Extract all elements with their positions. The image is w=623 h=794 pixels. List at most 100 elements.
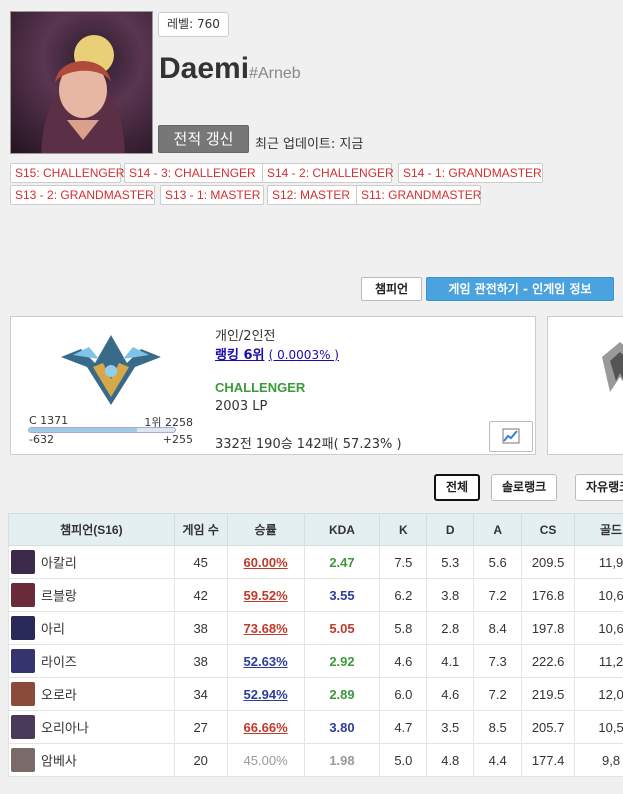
header-kda[interactable]: KDA <box>303 513 381 546</box>
header-assists[interactable]: A <box>473 513 523 546</box>
champion-cell[interactable]: 라이즈 <box>8 644 175 678</box>
champion-name[interactable]: 암베사 <box>41 754 77 769</box>
gold-cell: 11,9 <box>574 545 623 579</box>
games-cell: 27 <box>173 710 228 744</box>
ranking-link[interactable]: 랭킹 6위 ( 0.0003% ) <box>215 344 339 363</box>
champion-name[interactable]: 르블랑 <box>41 589 77 604</box>
champion-cell[interactable]: 아칼리 <box>8 545 175 579</box>
table-body: 아칼리 45 60.00% 2.47 7.5 5.3 5.6 209.5 11,9 르블랑 42 59… <box>8 545 623 777</box>
summoner-tag: #Arneb <box>249 65 301 82</box>
deaths-cell: 4.6 <box>426 677 475 711</box>
season-badge: S11: GRANDMASTER <box>356 185 481 205</box>
table-row[interactable]: 암베사 20 45.00% 1.98 5.0 4.8 4.4 177.4 9,8 <box>8 743 623 777</box>
header-kills[interactable]: K <box>379 513 428 546</box>
tab-champion[interactable]: 챔피언 <box>361 277 422 301</box>
kills-cell: 5.0 <box>379 743 428 777</box>
table-row[interactable]: 아리 38 73.68% 5.05 5.8 2.8 8.4 197.8 10,6 <box>8 611 623 645</box>
season-badge: S13 - 2: GRANDMASTER <box>10 185 155 205</box>
champion-portrait-icon <box>11 616 35 640</box>
kda-value: 1.98 <box>329 752 355 768</box>
games-cell: 20 <box>173 743 228 777</box>
rank-card: 개인/2인전 랭킹 6위 ( 0.0003% ) CHALLENGER 2003… <box>10 316 536 455</box>
tab-spectate-ingame[interactable]: 게임 관전하기 - 인게임 정보 <box>426 277 614 301</box>
header-cs[interactable]: CS <box>521 513 576 546</box>
level-badge: 레벨: 760 <box>158 12 229 37</box>
champion-cell[interactable]: 암베사 <box>8 743 175 777</box>
header-deaths[interactable]: D <box>426 513 475 546</box>
ranking-text[interactable]: 랭킹 6위 <box>215 348 264 363</box>
champion-name[interactable]: 오리아나 <box>41 721 89 736</box>
filter-all-button[interactable]: 전체 <box>434 474 481 501</box>
kda-value: 5.05 <box>329 620 355 636</box>
gold-cell: 10,6 <box>574 611 623 645</box>
header-games[interactable]: 게임 수 <box>173 513 228 546</box>
champion-portrait-icon <box>11 682 35 706</box>
lp-bar-min-diff: -632 <box>29 433 54 446</box>
kills-cell: 4.6 <box>379 644 428 678</box>
refresh-button[interactable]: 전적 갱신 <box>158 125 249 153</box>
assists-cell: 5.6 <box>473 545 523 579</box>
winrate-value: 52.63% <box>243 653 288 669</box>
champion-name[interactable]: 라이즈 <box>41 655 77 670</box>
kda-cell: 1.98 <box>303 743 381 777</box>
champion-name[interactable]: 아리 <box>41 622 65 637</box>
assists-cell: 8.4 <box>473 611 523 645</box>
kills-cell: 5.8 <box>379 611 428 645</box>
table-row[interactable]: 아칼리 45 60.00% 2.47 7.5 5.3 5.6 209.5 11,9 <box>8 545 623 579</box>
kills-cell: 6.0 <box>379 677 428 711</box>
table-row[interactable]: 오로라 34 52.94% 2.89 6.0 4.6 7.2 219.5 12,0 <box>8 677 623 711</box>
assists-cell: 7.3 <box>473 644 523 678</box>
filter-flex-ranked-button[interactable]: 자유랭크 <box>575 474 623 501</box>
winrate-value: 45.00% <box>243 752 288 768</box>
kda-value: 2.92 <box>329 653 355 669</box>
lp-graph-button[interactable] <box>489 421 533 452</box>
summoner-name-text: Daemi <box>159 52 250 85</box>
champion-cell[interactable]: 오리아나 <box>8 710 175 744</box>
champion-name[interactable]: 아칼리 <box>41 556 77 571</box>
champion-cell[interactable]: 르블랑 <box>8 578 175 612</box>
champion-cell[interactable]: 오로라 <box>8 677 175 711</box>
winrate-cell: 66.66% <box>226 710 305 744</box>
gold-cell: 12,0 <box>574 677 623 711</box>
table-row[interactable]: 르블랑 42 59.52% 3.55 6.2 3.8 7.2 176.8 10,6 <box>8 578 623 612</box>
season-badge: S14 - 3: CHALLENGER <box>124 163 268 183</box>
header-winrate[interactable]: 승률 <box>226 513 305 546</box>
cs-cell: 177.4 <box>521 743 576 777</box>
winrate-cell: 59.52% <box>226 578 305 612</box>
lp-bar-min-label: C 1371 <box>29 414 69 427</box>
games-cell: 42 <box>173 578 228 612</box>
table-header-row: 챔피언(S16) 게임 수 승률 KDA K D A CS 골드 <box>8 513 623 546</box>
challenger-emblem-icon <box>61 335 161 405</box>
tier-emblem-icon <box>602 342 623 392</box>
gold-cell: 9,8 <box>574 743 623 777</box>
champion-name[interactable]: 오로라 <box>41 688 77 703</box>
season-badge: S14 - 2: CHALLENGER <box>262 163 394 183</box>
cs-cell: 205.7 <box>521 710 576 744</box>
winrate-cell: 45.00% <box>226 743 305 777</box>
cs-cell: 209.5 <box>521 545 576 579</box>
winrate-value: 73.68% <box>243 620 288 636</box>
avatar-art <box>41 35 125 153</box>
secondary-rank-card <box>547 316 623 455</box>
kda-value: 3.80 <box>329 719 355 735</box>
season-badge: S13 - 1: MASTER <box>160 185 264 205</box>
deaths-cell: 3.5 <box>426 710 475 744</box>
deaths-cell: 2.8 <box>426 611 475 645</box>
champion-portrait-icon <box>11 715 35 739</box>
filter-solo-ranked-button[interactable]: 솔로랭크 <box>491 474 558 501</box>
winrate-cell: 52.63% <box>226 644 305 678</box>
assists-cell: 8.5 <box>473 710 523 744</box>
deaths-cell: 4.1 <box>426 644 475 678</box>
kills-cell: 6.2 <box>379 578 428 612</box>
header-gold[interactable]: 골드 <box>574 513 623 546</box>
ranking-percent[interactable]: ( 0.0003% ) <box>269 348 339 362</box>
table-row[interactable]: 오리아나 27 66.66% 3.80 4.7 3.5 8.5 205.7 10,5 <box>8 710 623 744</box>
header-champion[interactable]: 챔피언(S16) <box>8 513 175 546</box>
winrate-cell: 52.94% <box>226 677 305 711</box>
assists-cell: 7.2 <box>473 677 523 711</box>
table-row[interactable]: 라이즈 38 52.63% 2.92 4.6 4.1 7.3 222.6 11,2 <box>8 644 623 678</box>
champion-cell[interactable]: 아리 <box>8 611 175 645</box>
assists-cell: 4.4 <box>473 743 523 777</box>
kills-cell: 4.7 <box>379 710 428 744</box>
champion-portrait-icon <box>11 748 35 772</box>
